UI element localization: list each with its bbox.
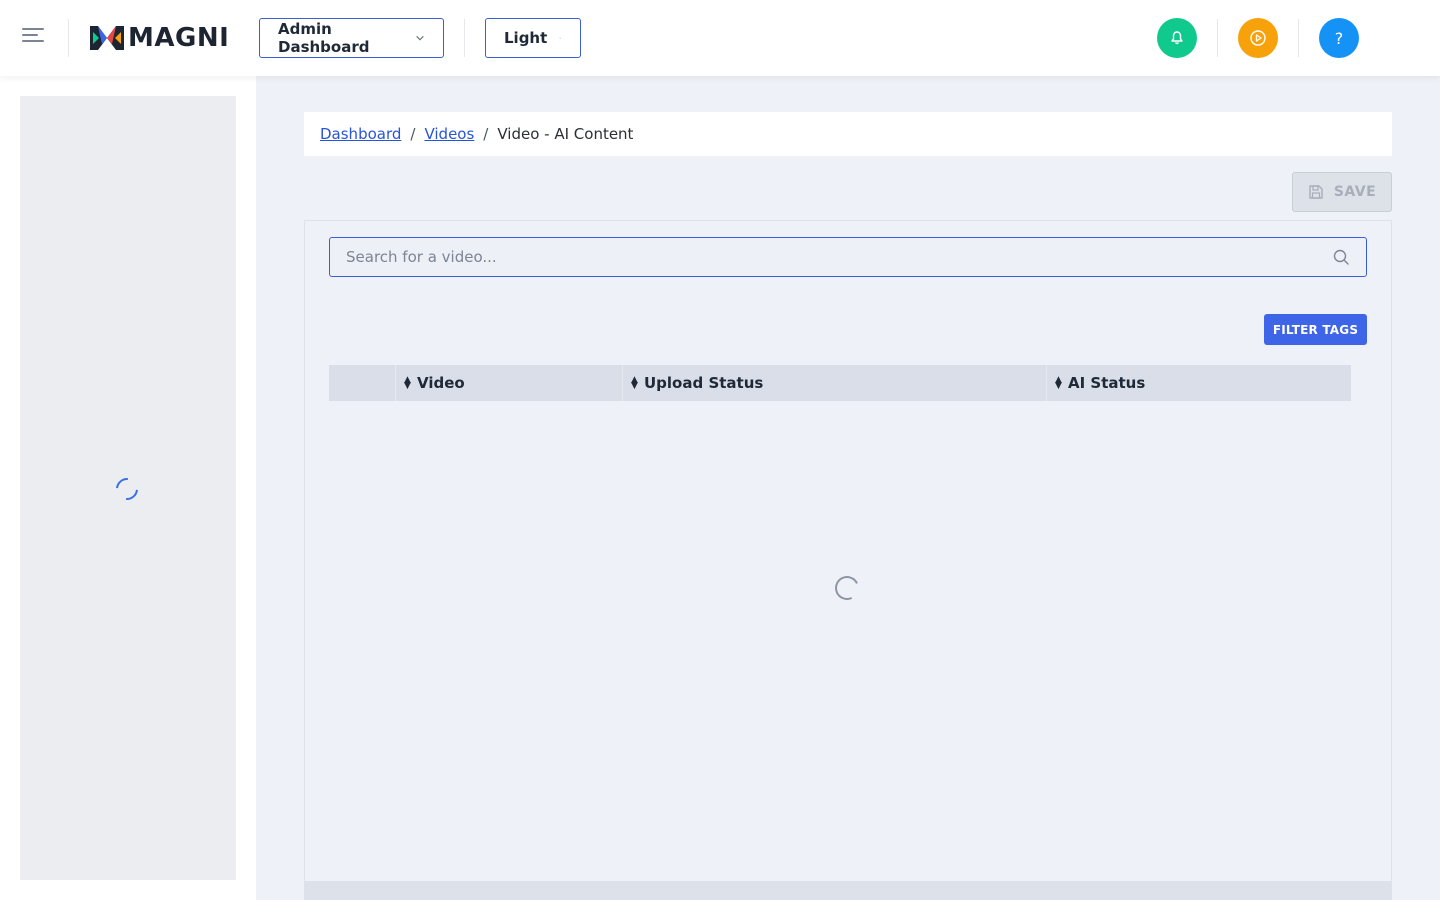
brand-name: MAGNI xyxy=(128,23,230,53)
media-button[interactable] xyxy=(1238,18,1278,58)
save-label: SAVE xyxy=(1333,184,1377,200)
column-header-label: Video xyxy=(417,374,465,392)
loading-spinner-icon xyxy=(111,473,143,505)
divider xyxy=(1298,19,1299,57)
help-button[interactable]: ? xyxy=(1319,18,1359,58)
search-input[interactable] xyxy=(346,248,1332,266)
dashboard-select[interactable]: Admin Dashboard xyxy=(259,18,444,58)
theme-select[interactable]: Light xyxy=(485,18,581,58)
column-header-video[interactable]: ▲ ▼ Video xyxy=(395,365,622,401)
breadcrumb: Dashboard / Videos / Video - AI Content xyxy=(304,112,1392,156)
divider xyxy=(1217,19,1218,57)
column-header-select xyxy=(329,365,395,401)
table-header: ▲ ▼ Video ▲ ▼ Upload Status ▲ ▼ AI Status xyxy=(329,365,1351,401)
card-footer xyxy=(304,881,1392,900)
divider xyxy=(68,19,69,57)
video-list-card: FILTER TAGS ▲▼ Video ▲▼ Upload Status ▲▼… xyxy=(304,220,1392,882)
filter-tags-button[interactable]: FILTER TAGS xyxy=(1264,314,1367,345)
save-button[interactable]: SAVE xyxy=(1292,172,1392,212)
column-header-label: AI Status xyxy=(1068,374,1146,392)
notifications-button[interactable] xyxy=(1157,18,1197,58)
sidebar xyxy=(0,76,256,900)
breadcrumb-current: Video - AI Content xyxy=(497,125,634,143)
dashboard-select-value: Admin Dashboard xyxy=(278,20,370,56)
breadcrumb-link-videos[interactable]: Videos xyxy=(424,125,474,143)
breadcrumb-separator: / xyxy=(483,125,489,143)
magni-logo-icon xyxy=(90,26,124,50)
chevron-down-icon xyxy=(416,35,424,41)
chevron-down-icon xyxy=(559,37,562,39)
play-circle-icon xyxy=(1250,30,1266,46)
search-box[interactable] xyxy=(329,237,1367,277)
theme-select-value: Light xyxy=(504,29,548,47)
search-icon[interactable] xyxy=(1332,248,1350,266)
save-icon xyxy=(1309,185,1323,199)
sort-icon: ▲ ▼ xyxy=(631,375,638,391)
divider xyxy=(464,19,465,57)
bell-icon xyxy=(1171,31,1183,45)
loading-spinner-icon xyxy=(831,572,863,604)
logo[interactable]: MAGNI xyxy=(90,23,229,53)
column-header-label: Upload Status xyxy=(644,374,764,392)
breadcrumb-link-dashboard[interactable]: Dashboard xyxy=(320,125,401,143)
column-header-upload-status[interactable]: ▲ ▼ Upload Status xyxy=(622,365,1046,401)
menu-icon[interactable] xyxy=(22,28,46,48)
sidebar-panel xyxy=(20,96,236,880)
sort-icon: ▲ ▼ xyxy=(1055,375,1062,391)
breadcrumb-separator: / xyxy=(410,125,416,143)
question-icon: ? xyxy=(1334,28,1344,48)
column-header-ai-status[interactable]: ▲ ▼ AI Status xyxy=(1046,365,1351,401)
sort-icon: ▲ ▼ xyxy=(404,375,411,391)
top-bar: MAGNI Admin Dashboard Light ? xyxy=(0,0,1440,76)
